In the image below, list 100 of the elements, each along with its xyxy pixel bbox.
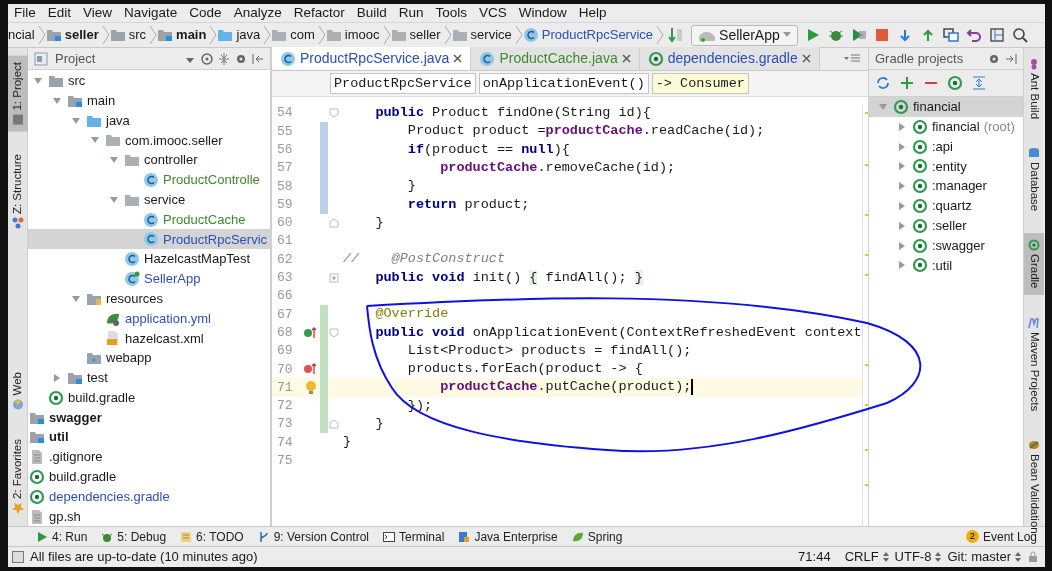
code-line: public void init() { findAll(); }: [374, 268, 643, 287]
tree-item[interactable]: src: [28, 71, 270, 91]
tool-window-button[interactable]: 5: Debug: [101, 527, 167, 546]
line-number: 56: [276, 141, 294, 159]
tree-item[interactable]: hazelcast.xml: [28, 328, 270, 349]
line-number: 57: [276, 159, 294, 178]
breadcrumb-item[interactable]: ncial: [8, 25, 35, 45]
breadcrumb-item[interactable]: src: [128, 25, 147, 45]
tool-window-tab[interactable]: 2: Favorites: [8, 432, 28, 520]
breadcrumb-item[interactable]: com: [290, 25, 315, 45]
tree-item[interactable]: :quartz: [869, 196, 1023, 216]
tree-item[interactable]: :manager: [869, 176, 1023, 196]
editor-tab[interactable]: ProductRpcService.java: [272, 47, 472, 70]
line-separator[interactable]: CRLF: [844, 547, 879, 567]
tool-window-tab[interactable]: Maven Projects: [1024, 310, 1044, 418]
tree-item[interactable]: ProductControlle: [28, 170, 270, 190]
line-number: 75: [276, 452, 294, 471]
tree-item[interactable]: test: [28, 367, 270, 388]
code-line: products.forEach(product -> {: [406, 360, 643, 379]
cursor-position[interactable]: 71:44: [798, 547, 831, 567]
tree-item[interactable]: com.imooc.seller: [28, 130, 270, 151]
tree-item[interactable]: HazelcastMapTest: [28, 249, 270, 269]
line-number: 59: [276, 195, 294, 214]
tool-window-tab[interactable]: Ant Build: [1024, 52, 1044, 126]
tree-item[interactable]: webapp: [28, 348, 270, 368]
tree-item[interactable]: application.yml: [28, 308, 270, 329]
menu-item[interactable]: File: [8, 2, 42, 24]
line-number: 70: [276, 360, 294, 379]
tree-item[interactable]: ProductCache: [28, 209, 270, 230]
breadcrumb-item[interactable]: ProductRpcService: [330, 73, 476, 94]
breadcrumb-item[interactable]: main: [176, 25, 207, 45]
code-line: // @PostConstruct: [342, 250, 506, 269]
tree-item[interactable]: :util: [869, 255, 1023, 276]
tool-window-tab[interactable]: Gradle: [1024, 233, 1044, 295]
file-encoding[interactable]: UTF-8: [894, 547, 932, 567]
breadcrumb-item[interactable]: ProductRpcService: [541, 25, 654, 45]
menu-item[interactable]: Refactor: [287, 2, 351, 24]
panel-title: Gradle projects: [875, 49, 965, 68]
tool-window-button[interactable]: 4: Run: [36, 527, 88, 546]
tool-window-button[interactable]: Terminal: [383, 527, 445, 546]
tree-item[interactable]: :entity: [869, 156, 1023, 177]
breadcrumb-item[interactable]: -> Consumer: [651, 73, 749, 94]
line-number: 72: [276, 397, 294, 416]
tool-window-tab[interactable]: Database: [1024, 141, 1044, 218]
code-line: public Product findOne(String id){: [374, 104, 651, 123]
menu-item[interactable]: Help: [572, 2, 613, 24]
tree-item[interactable]: main: [28, 90, 270, 111]
run-config-dropdown[interactable]: SellerApp: [691, 24, 798, 46]
menu-item[interactable]: Build: [350, 2, 393, 24]
menu-item[interactable]: Analyze: [227, 2, 288, 24]
tree-item[interactable]: financial (root): [869, 116, 1023, 137]
tool-window-tab[interactable]: Z: Structure: [8, 147, 28, 235]
tree-item[interactable]: dependencies.gradle: [28, 486, 270, 507]
code-line: return product;: [406, 195, 530, 214]
breadcrumb-item[interactable]: imooc: [344, 25, 380, 45]
line-number: 60: [276, 214, 294, 233]
tree-item[interactable]: resources: [28, 288, 270, 309]
tree-item[interactable]: .gitignore: [28, 447, 270, 467]
tree-item[interactable]: :api: [869, 136, 1023, 157]
tree-item[interactable]: gp.sh: [28, 506, 270, 526]
breadcrumb-item[interactable]: onApplicationEvent(): [478, 73, 649, 94]
tree-item[interactable]: util: [28, 427, 270, 448]
tool-window-tab[interactable]: Web: [8, 366, 28, 417]
breadcrumb-item[interactable]: seller: [409, 25, 441, 45]
vcs-branch[interactable]: Git: master: [947, 547, 1011, 567]
code-line: public void onApplicationEvent(ContextRefreshedEvent context: [374, 323, 862, 342]
menu-item[interactable]: Window: [512, 2, 573, 24]
menu-item[interactable]: Tools: [429, 2, 473, 24]
tool-window-button[interactable]: Spring: [571, 527, 623, 546]
breadcrumb-item[interactable]: service: [470, 25, 512, 45]
code-line: }: [342, 433, 352, 452]
menu-item[interactable]: Edit: [41, 2, 78, 24]
tree-item[interactable]: swagger: [28, 407, 270, 428]
tree-item[interactable]: controller: [28, 150, 270, 170]
editor-tab[interactable]: dependencies.gradle: [639, 47, 820, 70]
tree-item[interactable]: build.gradle: [28, 387, 270, 408]
breadcrumb-item[interactable]: java: [236, 25, 261, 45]
tree-item[interactable]: :swagger: [869, 235, 1023, 256]
line-number: 68: [276, 323, 294, 342]
tool-window-button[interactable]: 9: Version Control: [257, 527, 370, 546]
line-number: 73: [276, 415, 294, 434]
tree-item[interactable]: :seller: [869, 215, 1023, 236]
breadcrumb-item[interactable]: seller: [64, 25, 99, 45]
code-line: if(product == null){: [406, 140, 570, 159]
menu-item[interactable]: View: [77, 2, 119, 24]
menu-item[interactable]: Code: [183, 2, 228, 24]
menu-item[interactable]: VCS: [473, 2, 513, 24]
tree-item[interactable]: SellerApp: [28, 268, 270, 289]
menu-item[interactable]: Run: [392, 2, 430, 24]
tree-item[interactable]: build.gradle: [28, 466, 270, 487]
line-number: 66: [276, 287, 294, 306]
tree-item[interactable]: financial: [869, 97, 1023, 117]
line-number: 58: [276, 177, 294, 196]
tool-window-tab[interactable]: 1: Project: [8, 56, 28, 132]
tree-item[interactable]: java: [28, 110, 270, 131]
tool-window-button[interactable]: 6: TODO: [180, 527, 244, 546]
tree-item[interactable]: ProductRpcServic: [28, 229, 270, 250]
tool-window-button[interactable]: Java Enterprise: [458, 527, 558, 546]
menu-item[interactable]: Navigate: [118, 2, 184, 24]
tree-item[interactable]: service: [28, 189, 270, 210]
